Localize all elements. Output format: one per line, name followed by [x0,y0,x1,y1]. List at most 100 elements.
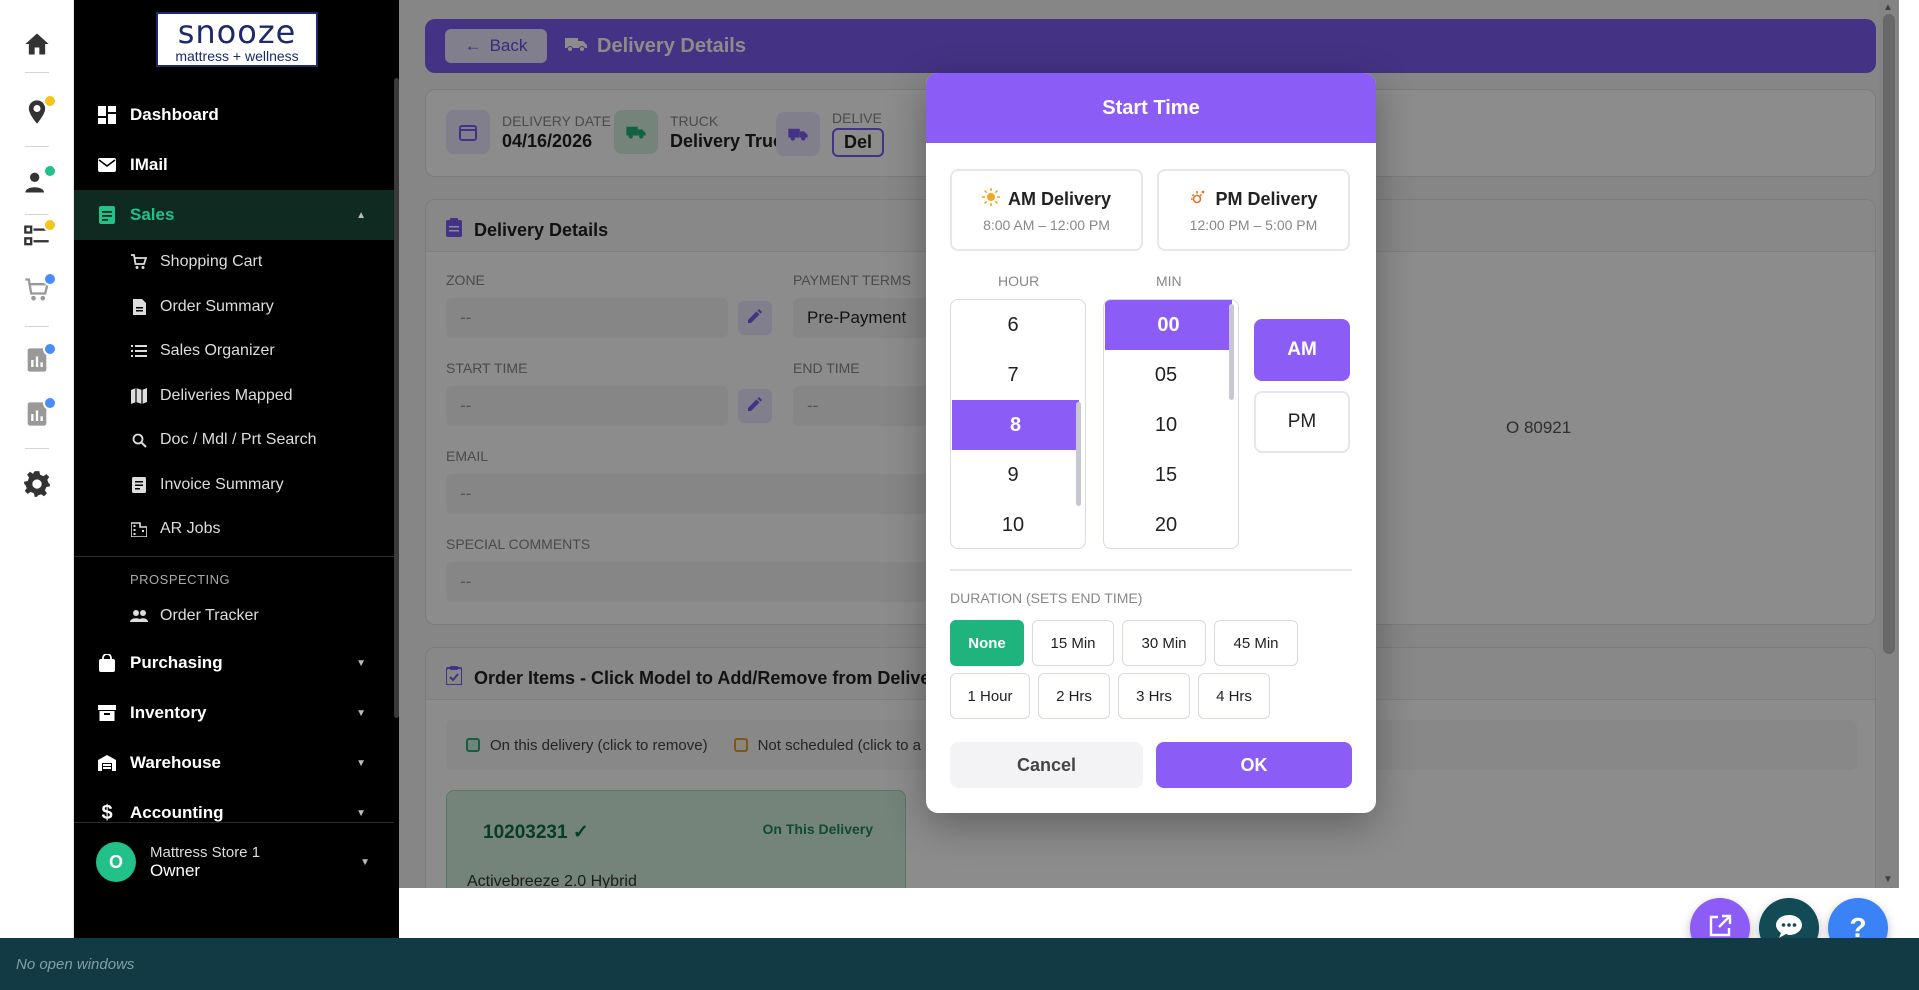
sidebar-subitem-invoice-summary[interactable]: Invoice Summary [74,465,394,505]
sidebar-subitem-ar-jobs[interactable]: AR Jobs [74,509,394,549]
rail-divider [25,146,49,147]
section-heading-prospecting: PROSPECTING [130,572,231,587]
sidebar-item-label: Inventory [130,703,207,722]
pm-toggle-button[interactable]: PM [1254,391,1350,453]
sidebar-item-inventory[interactable]: Inventory ▼ [74,688,394,738]
people-icon [130,607,148,625]
hour-column-label: HOUR [998,273,1040,289]
rail-divider [25,214,49,215]
minute-option[interactable]: 10 [1104,400,1228,450]
building-icon [130,520,148,538]
pm-preset-range: 12:00 PM – 5:00 PM [1189,216,1318,233]
alert-badge-icon [43,342,57,356]
pm-preset-title: PM Delivery [1215,188,1318,209]
cart-icon[interactable] [17,270,57,310]
user-role: Owner [150,860,201,880]
duration-15min-button[interactable]: 15 Min [1032,620,1114,666]
ok-button[interactable]: OK [1156,742,1352,788]
duration-4hrs-button[interactable]: 4 Hrs [1198,673,1270,719]
rail-divider [25,72,49,73]
sidebar-subitem-label: Deliveries Mapped [160,387,293,404]
sidebar-subitem-label: Sales Organizer [160,342,275,359]
sidebar-subitem-shopping-cart[interactable]: Shopping Cart [74,242,394,282]
chevron-down-icon: ▼ [356,807,366,819]
sidebar-subitem-label: AR Jobs [160,520,221,537]
location-pin-icon[interactable] [17,92,57,132]
duration-3hrs-button[interactable]: 3 Hrs [1118,673,1190,719]
hour-option-selected[interactable]: 8 [952,400,1079,450]
sidebar-item-imail[interactable]: IMail [74,140,394,190]
hour-option[interactable]: 9 [951,450,1075,500]
pm-delivery-preset[interactable]: PM Delivery 12:00 PM – 5:00 PM [1157,169,1350,251]
chevron-down-icon: ▼ [356,657,366,669]
duration-30min-button[interactable]: 30 Min [1122,620,1206,666]
cart-icon [130,253,148,271]
chevron-down-icon: ▼ [356,707,366,719]
report-icon[interactable] [17,340,57,380]
minute-picker[interactable]: 00 05 10 15 20 [1103,299,1239,549]
sidebar-item-accounting[interactable]: $ Accounting ▼ [74,788,394,838]
minute-option-selected[interactable]: 00 [1105,300,1232,350]
minute-option[interactable]: 15 [1104,450,1228,500]
hour-option[interactable]: 10 [951,500,1075,548]
sidebar-divider [74,822,394,823]
sidebar-item-label: Sales [130,205,175,224]
hour-scrollbar[interactable] [1076,402,1081,506]
rail-divider [25,326,49,327]
home-icon[interactable] [17,24,57,64]
duration-2hrs-button[interactable]: 2 Hrs [1038,673,1110,719]
dialog-title: Start Time [926,73,1376,143]
alert-badge-icon [43,164,57,178]
sidebar-subitem-deliveries-mapped[interactable]: Deliveries Mapped [74,376,394,416]
rail-divider [25,448,49,449]
sidebar-subitem-order-tracker[interactable]: Order Tracker [74,596,394,636]
minute-option[interactable]: 20 [1104,500,1228,548]
am-delivery-preset[interactable]: AM Delivery 8:00 AM – 12:00 PM [950,169,1143,251]
sidebar-subitem-label: Order Summary [160,298,274,315]
hour-option[interactable]: 6 [951,300,1075,350]
minute-scrollbar[interactable] [1229,304,1234,400]
sidebar-subitem-doc-search[interactable]: Doc / Mdl / Prt Search [74,420,394,460]
map-icon [130,387,148,405]
sidebar-item-sales[interactable]: Sales ▲ [74,190,394,240]
taskbar-status: No open windows [16,955,135,973]
alert-badge-icon [43,94,57,108]
duration-label: DURATION (SETS END TIME) [950,590,1143,606]
chevron-up-icon: ▲ [356,209,366,221]
file-icon [130,298,148,316]
dialog-divider [950,569,1352,571]
sidebar-item-warehouse[interactable]: Warehouse ▼ [74,738,394,788]
minute-column-label: MIN [1156,273,1182,289]
sidebar-subitem-sales-organizer[interactable]: Sales Organizer [74,331,394,371]
hour-option[interactable]: 7 [951,350,1075,400]
hour-picker[interactable]: 6 7 8 9 10 [950,299,1086,549]
cancel-button[interactable]: Cancel [950,742,1143,788]
sidebar: snooze mattress + wellness Dashboard IMa… [74,0,399,938]
report-2-icon[interactable] [17,394,57,434]
duration-none-button[interactable]: None [950,620,1024,666]
sidebar-subitem-order-summary[interactable]: Order Summary [74,287,394,327]
alert-badge-icon [43,396,57,410]
brand-logo[interactable]: snooze mattress + wellness [156,12,318,67]
logo-tagline: mattress + wellness [175,47,299,64]
minute-option[interactable]: 05 [1104,350,1228,400]
mail-icon [96,154,118,176]
duration-45min-button[interactable]: 45 Min [1214,620,1298,666]
start-time-dialog: Start Time AM Delivery 8:00 AM – 12:00 P… [926,73,1376,813]
sidebar-item-label: Dashboard [130,105,219,124]
checklist-icon[interactable] [17,216,57,256]
user-menu[interactable]: O Mattress Store 1 Owner ▼ [74,832,394,892]
sidebar-item-purchasing[interactable]: Purchasing ▼ [74,638,394,688]
shopping-bag-icon [96,652,118,674]
sidebar-item-dashboard[interactable]: Dashboard [74,90,394,140]
gear-icon[interactable] [17,464,57,504]
sidebar-item-label: Warehouse [130,753,222,772]
dollar-icon: $ [101,801,113,824]
am-toggle-button[interactable]: AM [1254,319,1350,381]
user-add-icon[interactable] [17,162,57,202]
sidebar-item-label: Accounting [130,803,224,822]
duration-1hour-button[interactable]: 1 Hour [950,673,1030,719]
sidebar-item-label: IMail [130,155,168,174]
chevron-down-icon: ▼ [360,856,370,868]
chevron-down-icon: ▼ [356,757,366,769]
